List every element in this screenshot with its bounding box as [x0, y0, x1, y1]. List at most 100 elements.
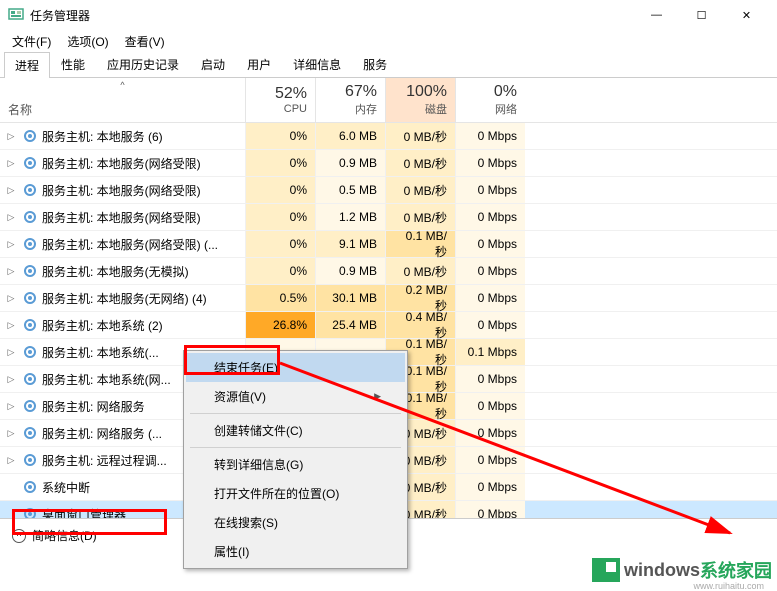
cell-net: 0 Mbps: [455, 393, 525, 419]
gear-icon: [22, 344, 38, 360]
expand-icon[interactable]: ▷: [4, 293, 18, 304]
expand-icon[interactable]: ▷: [4, 212, 18, 223]
fewer-details-button[interactable]: ^ 简略信息(D): [12, 527, 97, 544]
tab-startup[interactable]: 启动: [190, 51, 236, 77]
expand-icon[interactable]: ▷: [4, 239, 18, 250]
process-name: 服务主机: 本地系统(网...: [42, 371, 171, 388]
tab-history[interactable]: 应用历史记录: [96, 51, 190, 77]
process-row[interactable]: ▷服务主机: 本地服务(网络受限)0%0.9 MB0 MB/秒0 Mbps: [0, 150, 777, 177]
menu-options[interactable]: 选项(O): [59, 31, 116, 52]
process-name: 服务主机: 本地系统(...: [42, 344, 159, 361]
expand-icon[interactable]: ▷: [4, 455, 18, 466]
column-header-network[interactable]: 0% 网络: [455, 78, 525, 122]
ctx-end-task[interactable]: 结束任务(E): [186, 353, 405, 382]
gear-icon: [22, 479, 38, 495]
menu-view[interactable]: 查看(V): [117, 31, 173, 52]
separator: [190, 413, 401, 414]
cell-cpu: 0%: [245, 123, 315, 149]
gear-icon: [22, 182, 38, 198]
close-button[interactable]: ✕: [724, 0, 769, 30]
cell-disk: 0.4 MB/秒: [385, 312, 455, 338]
ctx-go-details[interactable]: 转到详细信息(G): [186, 450, 405, 479]
ctx-properties[interactable]: 属性(I): [186, 537, 405, 566]
process-name: 服务主机: 网络服务 (...: [42, 425, 162, 442]
process-name: 服务主机: 远程过程调...: [42, 452, 167, 469]
process-name: 系统中断: [42, 479, 90, 496]
cell-net: 0 Mbps: [455, 366, 525, 392]
tab-performance[interactable]: 性能: [50, 51, 96, 77]
menu-file[interactable]: 文件(F): [4, 31, 59, 52]
expand-icon[interactable]: ▷: [4, 428, 18, 439]
process-row[interactable]: ▷服务主机: 本地服务(网络受限)0%0.5 MB0 MB/秒0 Mbps: [0, 177, 777, 204]
column-header-disk[interactable]: 100% 磁盘: [385, 78, 455, 122]
process-name: 服务主机: 本地服务(网络受限): [42, 182, 201, 199]
expand-icon[interactable]: ▷: [4, 347, 18, 358]
cell-net: 0 Mbps: [455, 258, 525, 284]
process-name: 服务主机: 本地服务(网络受限): [42, 155, 201, 172]
process-name: 桌面窗口管理器: [42, 506, 126, 519]
process-name: 服务主机: 网络服务: [42, 398, 145, 415]
column-header-memory[interactable]: 67% 内存: [315, 78, 385, 122]
cell-net: 0 Mbps: [455, 312, 525, 338]
cell-disk: 0 MB/秒: [385, 123, 455, 149]
ctx-create-dump[interactable]: 创建转储文件(C): [186, 416, 405, 445]
process-row[interactable]: ▷服务主机: 本地服务(网络受限)0%1.2 MB0 MB/秒0 Mbps: [0, 204, 777, 231]
cell-net: 0 Mbps: [455, 231, 525, 257]
cell-cpu: 0%: [245, 231, 315, 257]
cell-net: 0 Mbps: [455, 150, 525, 176]
process-row[interactable]: ▷服务主机: 本地服务(无网络) (4)0.5%30.1 MB0.2 MB/秒0…: [0, 285, 777, 312]
gear-icon: [22, 263, 38, 279]
maximize-button[interactable]: ☐: [679, 0, 724, 30]
gear-icon: [22, 290, 38, 306]
chevron-up-icon: ^: [12, 529, 26, 543]
separator: [190, 447, 401, 448]
gear-icon: [22, 209, 38, 225]
cell-cpu: 0%: [245, 258, 315, 284]
cell-net: 0 Mbps: [455, 177, 525, 203]
process-name: 服务主机: 本地服务(网络受限): [42, 209, 201, 226]
process-name: 服务主机: 本地系统 (2): [42, 317, 163, 334]
tab-services[interactable]: 服务: [352, 51, 398, 77]
process-row[interactable]: ▷服务主机: 本地服务 (6)0%6.0 MB0 MB/秒0 Mbps: [0, 123, 777, 150]
minimize-button[interactable]: —: [634, 0, 679, 30]
cell-disk: 0 MB/秒: [385, 150, 455, 176]
ctx-open-location[interactable]: 打开文件所在的位置(O): [186, 479, 405, 508]
expand-icon[interactable]: ▷: [4, 266, 18, 277]
cell-net: 0.1 Mbps: [455, 339, 525, 365]
cell-cpu: 0%: [245, 204, 315, 230]
gear-icon: [22, 236, 38, 252]
cell-mem: 9.1 MB: [315, 231, 385, 257]
process-row[interactable]: ▷服务主机: 本地服务(网络受限) (...0%9.1 MB0.1 MB/秒0 …: [0, 231, 777, 258]
tab-processes[interactable]: 进程: [4, 52, 50, 78]
sort-indicator-icon: ^: [120, 80, 124, 90]
window-title: 任务管理器: [30, 7, 634, 24]
expand-icon[interactable]: ▷: [4, 374, 18, 385]
cell-mem: 30.1 MB: [315, 285, 385, 311]
watermark-logo-icon: [592, 558, 620, 582]
tab-details[interactable]: 详细信息: [282, 51, 352, 77]
gear-icon: [22, 506, 38, 518]
ctx-search-online[interactable]: 在线搜索(S): [186, 508, 405, 537]
expand-icon[interactable]: ▷: [4, 158, 18, 169]
cell-cpu: 0.5%: [245, 285, 315, 311]
app-icon: [8, 7, 24, 23]
cell-net: 0 Mbps: [455, 204, 525, 230]
expand-icon[interactable]: ▷: [4, 320, 18, 331]
expand-icon[interactable]: ▷: [4, 185, 18, 196]
cell-disk: 0.2 MB/秒: [385, 285, 455, 311]
column-header-name[interactable]: ^ 名称: [0, 78, 245, 122]
tab-users[interactable]: 用户: [236, 51, 282, 77]
process-row[interactable]: ▷服务主机: 本地系统 (2)26.8%25.4 MB0.4 MB/秒0 Mbp…: [0, 312, 777, 339]
process-name: 服务主机: 本地服务(无模拟): [42, 263, 189, 280]
cell-cpu: 0%: [245, 177, 315, 203]
expand-icon[interactable]: ▷: [4, 131, 18, 142]
ctx-resource-values[interactable]: 资源值(V) ▶: [186, 382, 405, 411]
cell-net: 0 Mbps: [455, 501, 525, 518]
expand-icon[interactable]: ▷: [4, 401, 18, 412]
cell-disk: 0 MB/秒: [385, 204, 455, 230]
process-row[interactable]: ▷服务主机: 本地服务(无模拟)0%0.9 MB0 MB/秒0 Mbps: [0, 258, 777, 285]
cell-net: 0 Mbps: [455, 123, 525, 149]
cell-mem: 0.9 MB: [315, 258, 385, 284]
cell-cpu: 26.8%: [245, 312, 315, 338]
column-header-cpu[interactable]: 52% CPU: [245, 78, 315, 122]
